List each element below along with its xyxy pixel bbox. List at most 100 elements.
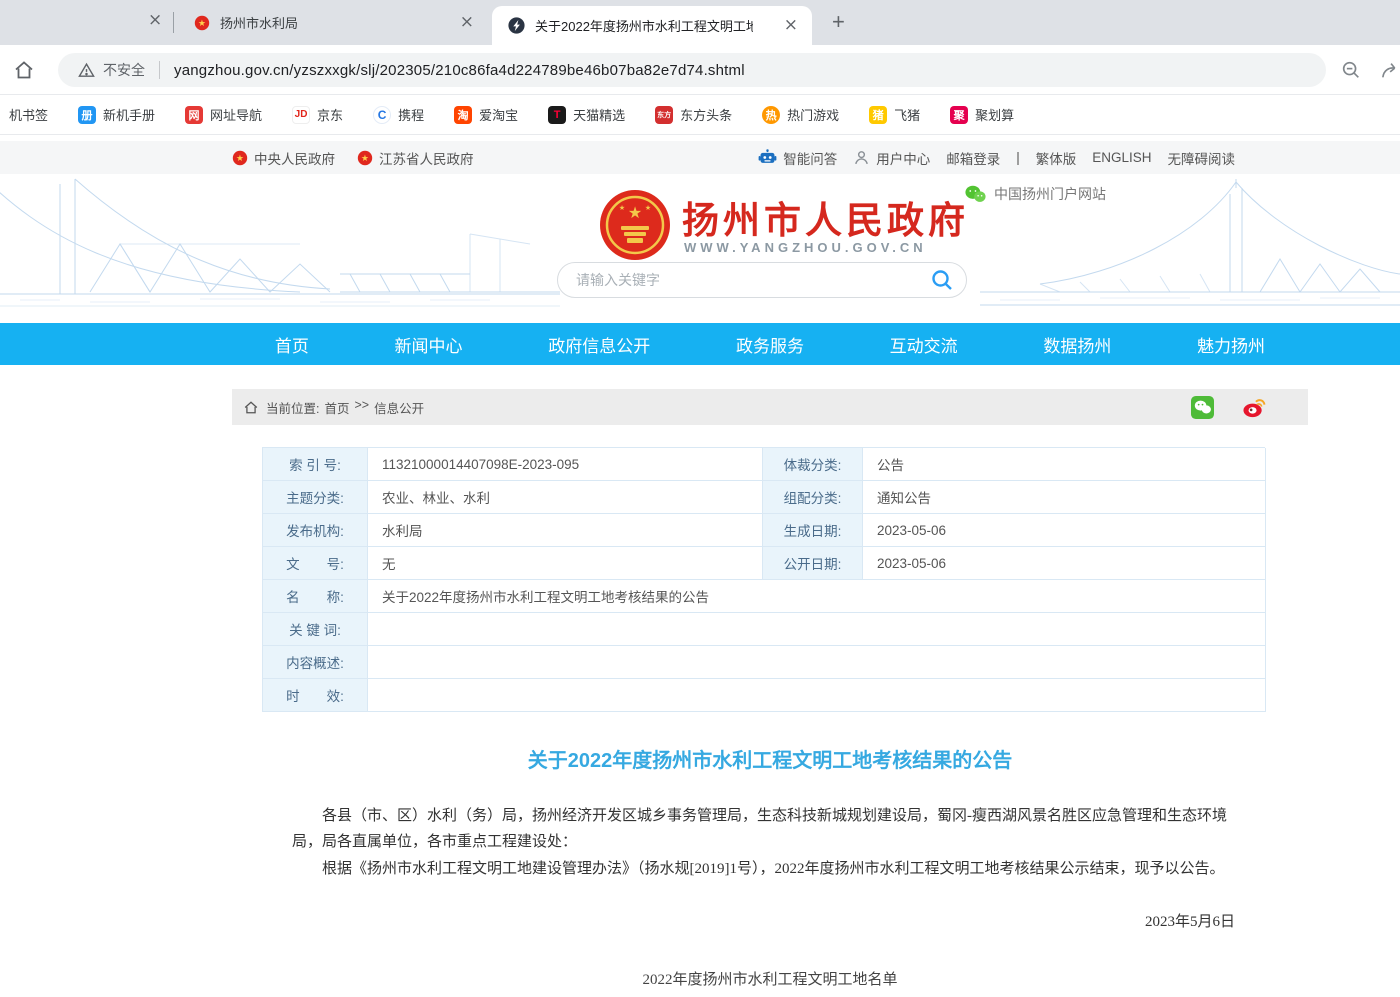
smart-qa-link[interactable]: 智能问答	[758, 148, 837, 168]
meta-label: 主题分类:	[263, 481, 368, 514]
bookmark-item[interactable]: 淘 爱淘宝	[454, 105, 518, 124]
bookmark-item[interactable]: 东方 东方头条	[655, 105, 732, 124]
bookmark-label: 机书签	[9, 105, 48, 124]
nav-home[interactable]: 首页	[275, 332, 309, 357]
home-icon[interactable]	[12, 58, 36, 87]
table-row: 内容概述:	[263, 646, 1265, 679]
breadcrumb-current[interactable]: 信息公开	[374, 398, 424, 417]
bookmark-label: 网址导航	[210, 105, 262, 124]
traditional-chinese-link[interactable]: 繁体版	[1036, 148, 1077, 168]
breadcrumb-home-link[interactable]: 首页	[324, 398, 349, 417]
bookmark-item[interactable]: 机书签	[2, 105, 48, 124]
search-icon[interactable]	[930, 268, 954, 292]
ctrip-icon: C	[373, 106, 391, 124]
accessibility-link[interactable]: 无障碍阅读	[1168, 148, 1236, 168]
english-link[interactable]: ENGLISH	[1092, 150, 1151, 165]
url-text[interactable]: yangzhou.gov.cn/yzszxxgk/slj/202305/210c…	[174, 62, 745, 79]
tab-active-announcement[interactable]: 关于2022年度扬州市水利工程文明工地考核结果的公告 ×	[492, 6, 812, 45]
bookmark-item[interactable]: 热 热门游戏	[762, 105, 839, 124]
browser-window: × ★ 扬州市水利局 × 关于2022年度扬州市水利工程文明工地考核结果的公告 …	[0, 0, 1400, 997]
meta-label: 名 称:	[263, 580, 368, 613]
bookmark-item[interactable]: 猪 飞猪	[869, 105, 920, 124]
svg-text:★: ★	[619, 204, 625, 212]
meta-value	[368, 646, 1266, 679]
bookmark-label: 携程	[398, 105, 424, 124]
gov-topbar: ★ 中央人民政府 ★ 江苏省人民政府 智能问答 用户中心 邮箱登录 | 繁体版 …	[0, 141, 1400, 174]
gov-emblem-icon: ★	[232, 150, 248, 166]
meta-label: 生成日期:	[763, 514, 863, 547]
security-label[interactable]: 不安全	[103, 60, 145, 80]
weibo-share-icon[interactable]	[1242, 396, 1266, 419]
search-input[interactable]	[576, 272, 930, 288]
svg-text:★: ★	[628, 205, 642, 222]
mail-login-link[interactable]: 邮箱登录	[946, 148, 1000, 168]
meta-value: 公告	[863, 448, 1266, 481]
not-secure-warning-icon	[78, 62, 95, 79]
nav-data[interactable]: 数据扬州	[1043, 332, 1111, 357]
zoom-out-icon[interactable]	[1340, 59, 1362, 86]
table-row: 索 引 号: 11321000014407098E-2023-095 体裁分类:…	[263, 448, 1265, 481]
address-bar: 不安全 yangzhou.gov.cn/yzszxxgk/slj/202305/…	[0, 45, 1400, 95]
gov-emblem-icon: ★	[194, 15, 210, 31]
nav-interaction[interactable]: 互动交流	[890, 332, 958, 357]
fliggy-icon: 猪	[869, 106, 887, 124]
link-jiangsu-gov[interactable]: ★ 江苏省人民政府	[357, 148, 474, 168]
meta-value: 11321000014407098E-2023-095	[368, 448, 763, 481]
main-nav: 首页 新闻中心 政府信息公开 政务服务 互动交流 数据扬州 魅力扬州	[0, 323, 1400, 365]
bookmark-label: 热门游戏	[787, 105, 839, 124]
meta-label: 发布机构:	[263, 514, 368, 547]
bookmark-item[interactable]: C 携程	[373, 105, 424, 124]
link-central-gov[interactable]: ★ 中央人民政府	[232, 148, 335, 168]
meta-label: 索 引 号:	[263, 448, 368, 481]
meta-value: 2023-05-06	[863, 547, 1266, 580]
share-icon[interactable]	[1380, 59, 1400, 86]
user-center-link[interactable]: 用户中心	[853, 148, 930, 168]
nav-charm[interactable]: 魅力扬州	[1197, 332, 1265, 357]
bookmark-label: 新机手册	[103, 105, 155, 124]
tab-separator	[173, 12, 174, 33]
meta-value: 无	[368, 547, 763, 580]
portal-link[interactable]: 中国扬州门户网站	[965, 184, 1106, 204]
home-icon	[244, 401, 258, 414]
bookmark-label: 飞猪	[894, 105, 920, 124]
bookmark-label: 聚划算	[975, 105, 1014, 124]
bookmark-item[interactable]: 聚 聚划算	[950, 105, 1014, 124]
close-icon[interactable]: ×	[784, 17, 798, 34]
close-icon[interactable]: ×	[460, 14, 474, 31]
juhuasuan-icon: 聚	[950, 106, 968, 124]
gov-emblem-icon: ★	[357, 150, 373, 166]
bookmark-item[interactable]: JD 京东	[292, 105, 343, 124]
wechat-share-icon[interactable]	[1191, 396, 1214, 419]
bookmark-item[interactable]: T 天猫精选	[548, 105, 625, 124]
breadcrumb: 当前位置: 首页 >> 信息公开	[266, 398, 424, 417]
breadcrumb-prefix: 当前位置:	[266, 398, 319, 417]
article-title: 关于2022年度扬州市水利工程文明工地考核结果的公告	[232, 744, 1308, 773]
robot-icon	[758, 149, 777, 166]
site-title: 扬州市人民政府	[682, 190, 969, 244]
tab-title: 扬州市水利局	[220, 13, 430, 32]
meta-value: 农业、林业、水利	[368, 481, 763, 514]
bookmark-item[interactable]: 册 新机手册	[78, 105, 155, 124]
bookmark-item[interactable]: 网 网址导航	[185, 105, 262, 124]
meta-label: 组配分类:	[763, 481, 863, 514]
close-icon[interactable]: ×	[148, 12, 162, 29]
tab-water-bureau[interactable]: ★ 扬州市水利局 ×	[178, 0, 488, 45]
nav-site-icon: 网	[185, 106, 203, 124]
site-favicon-icon	[508, 17, 525, 34]
national-emblem-icon: ★ ★ ★	[598, 188, 672, 267]
new-tab-button[interactable]: +	[832, 9, 845, 35]
manual-icon: 册	[78, 106, 96, 124]
nav-news[interactable]: 新闻中心	[395, 332, 463, 357]
bookmark-label: 京东	[317, 105, 343, 124]
url-omnibox[interactable]: 不安全 yangzhou.gov.cn/yzszxxgk/slj/202305/…	[58, 53, 1326, 87]
bookmark-label: 东方头条	[680, 105, 732, 124]
tab-bar: × ★ 扬州市水利局 × 关于2022年度扬州市水利工程文明工地考核结果的公告 …	[0, 0, 1400, 45]
bookmark-label: 爱淘宝	[479, 105, 518, 124]
article-paragraph: 各县（市、区）水利（务）局，扬州经济开发区城乡事务管理局，生态科技新城规划建设局…	[292, 803, 1234, 855]
games-icon: 热	[762, 106, 780, 124]
nav-info-disclosure[interactable]: 政府信息公开	[548, 332, 650, 357]
breadcrumb-bar: 当前位置: 首页 >> 信息公开	[232, 389, 1308, 425]
nav-services[interactable]: 政务服务	[736, 332, 804, 357]
user-icon	[853, 149, 870, 166]
table-row: 文 号: 无 公开日期: 2023-05-06	[263, 547, 1265, 580]
